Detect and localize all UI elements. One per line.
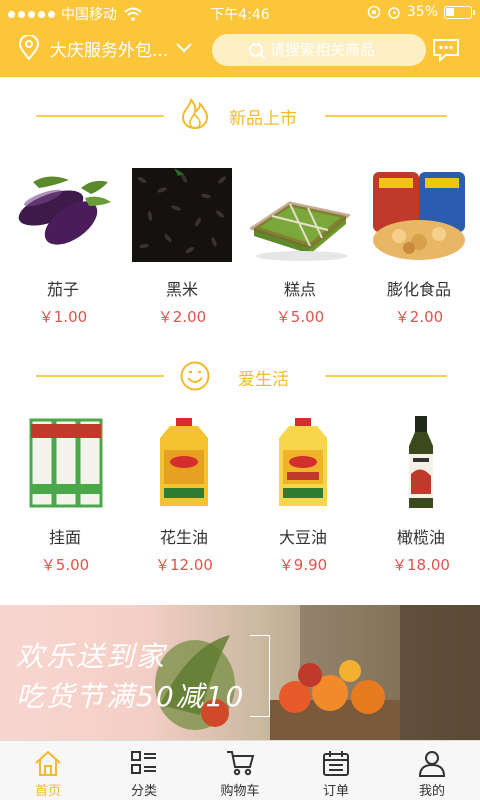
product-card[interactable]: 橄榄油 ￥18.00: [366, 416, 476, 575]
battery-percent: 35%: [406, 4, 438, 20]
status-indicators: 35%: [367, 4, 475, 20]
product-card[interactable]: 黑米 ￥2.00: [127, 168, 237, 327]
product-name: 黑米: [165, 280, 198, 299]
promo-banner[interactable]: 欢乐送到家 吃货节满50减10: [0, 605, 480, 740]
navigation-bar: 大庆服务外包...: [0, 30, 480, 72]
product-name: 花生油: [159, 528, 208, 547]
location-pin-icon: [18, 35, 40, 61]
status-bar: 中国移动 下午4:46 35%: [0, 0, 480, 26]
section-header-new: 新品上市: [0, 96, 480, 136]
product-image-olive-oil: [371, 416, 471, 510]
section-title: 新品上市: [229, 109, 297, 129]
product-price: ￥5.00: [275, 308, 325, 326]
product-price: ￥12.00: [155, 556, 213, 574]
product-card[interactable]: 大豆油 ￥9.90: [248, 416, 358, 575]
product-price: ￥2.00: [394, 308, 444, 326]
tab-label: 分类: [130, 784, 157, 799]
search-input[interactable]: [250, 41, 420, 59]
banner-frame: [250, 635, 270, 717]
tab-category[interactable]: 分类: [96, 741, 192, 800]
product-name: 糕点: [283, 280, 316, 299]
product-image-eggplant: [13, 168, 113, 262]
location-selector[interactable]: 大庆服务外包...: [18, 35, 192, 61]
chevron-down-icon: [176, 43, 192, 53]
location-text: 大庆服务外包...: [50, 40, 169, 61]
tab-label: 首页: [34, 784, 61, 799]
product-image-pastry: [250, 168, 350, 262]
divider-line: [36, 375, 164, 377]
product-card[interactable]: 挂面 ￥5.00: [10, 416, 120, 575]
flame-icon: [181, 98, 209, 130]
divider-line: [325, 115, 447, 117]
divider-line: [325, 375, 447, 377]
tab-label: 购物车: [220, 784, 260, 799]
tab-profile[interactable]: 我的: [384, 741, 480, 800]
battery-level: [446, 7, 454, 16]
search-icon: [249, 43, 266, 60]
product-name: 膨化食品: [386, 280, 451, 299]
product-price: ￥18.00: [392, 556, 450, 574]
rotation-lock-icon: [367, 5, 381, 19]
tab-label: 订单: [322, 784, 349, 799]
cart-icon: [227, 751, 255, 776]
product-image-peanut-oil: [134, 416, 234, 510]
product-grid-life: 挂面 ￥5.00 花生油 ￥12.00 大豆油 ￥9.90 橄榄油 ￥18.00: [0, 416, 480, 574]
product-price: ￥5.00: [40, 556, 90, 574]
product-name: 茄子: [46, 280, 79, 299]
product-card[interactable]: 糕点 ￥5.00: [245, 168, 355, 327]
banner-headline: 欢乐送到家: [16, 640, 167, 673]
product-image-black-rice: [132, 168, 232, 262]
tab-orders[interactable]: 订单: [288, 741, 384, 800]
product-card[interactable]: 花生油 ￥12.00: [129, 416, 239, 575]
message-icon[interactable]: [432, 38, 460, 62]
search-bar[interactable]: [212, 34, 426, 66]
section-title: 爱生活: [238, 370, 289, 390]
product-name: 大豆油: [278, 528, 327, 547]
product-price: ￥1.00: [38, 308, 88, 326]
section-header-life: 爱生活: [0, 356, 480, 396]
product-name: 橄榄油: [396, 528, 445, 547]
banner-subheadline: 吃货节满50减10: [16, 680, 246, 713]
product-price: ￥2.00: [157, 308, 207, 326]
divider-line: [36, 115, 164, 117]
battery-icon: [444, 5, 475, 19]
bottom-tab-bar: 首页 分类 购物车 订单 我的: [0, 740, 480, 800]
alarm-icon: [388, 7, 400, 19]
product-image-soybean-oil: [253, 416, 353, 510]
product-image-snacks: [369, 168, 469, 262]
order-icon: [323, 751, 349, 776]
product-card[interactable]: 膨化食品 ￥2.00: [364, 168, 474, 327]
product-card[interactable]: 茄子 ￥1.00: [8, 168, 118, 327]
product-image-noodles: [15, 416, 115, 510]
tab-home[interactable]: 首页: [0, 741, 96, 800]
home-icon: [35, 750, 61, 776]
tab-cart[interactable]: 购物车: [192, 741, 288, 800]
smile-icon: [180, 361, 210, 391]
product-price: ￥9.90: [278, 556, 328, 574]
product-grid-new: 茄子 ￥1.00 黑米 ￥2.00 糕点 ￥5.00 膨化食品 ￥2.00: [0, 168, 480, 326]
category-icon: [131, 751, 156, 774]
tab-label: 我的: [418, 784, 445, 799]
top-header: 中国移动 下午4:46 35% 大庆服务外包... 请搜索相关商品: [0, 0, 480, 77]
product-name: 挂面: [48, 528, 81, 547]
user-icon: [418, 751, 446, 777]
